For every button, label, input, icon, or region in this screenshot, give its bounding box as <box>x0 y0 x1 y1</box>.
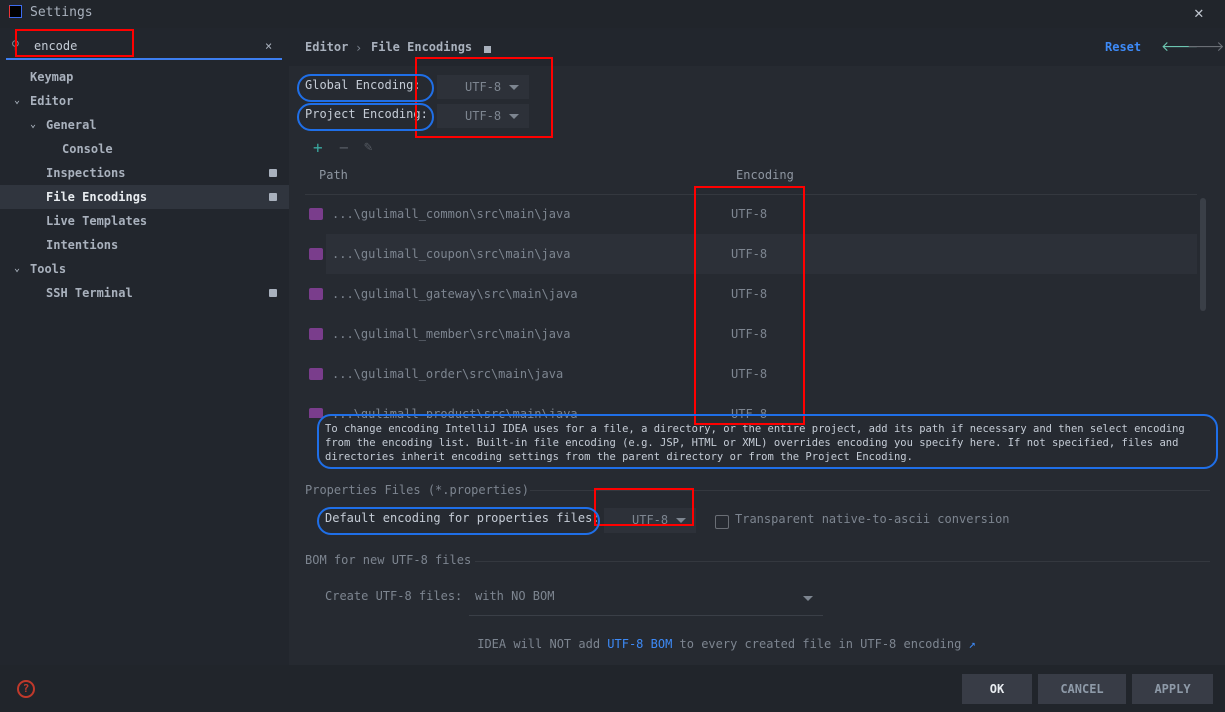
bom-dropdown[interactable]: with NO BOM <box>469 584 823 616</box>
path-cell: ...\gulimall_coupon\src\main\java <box>332 247 571 261</box>
external-link-icon[interactable]: ↗ <box>961 637 976 651</box>
cancel-button[interactable]: CANCEL <box>1038 674 1126 704</box>
annotation-red-box <box>415 57 553 138</box>
window-title: Settings <box>30 5 93 20</box>
create-utf8-label: Create UTF-8 files: <box>325 589 463 603</box>
annotation-blue-outline <box>317 414 1218 469</box>
label: Editor <box>30 94 74 108</box>
annotation-red-box <box>594 488 694 526</box>
sidebar-item-inspections[interactable]: Inspections <box>0 161 289 185</box>
breadcrumb-editor[interactable]: Editor <box>305 40 348 54</box>
bom-section-title: BOM for new UTF-8 files <box>305 553 472 567</box>
project-icon <box>484 46 491 53</box>
annotation-red-box <box>15 29 134 57</box>
apply-button[interactable]: APPLY <box>1132 674 1213 704</box>
dropdown-arrow-icon <box>803 596 813 601</box>
chevron-down-icon[interactable]: ⌄ <box>30 113 36 137</box>
sidebar-item-editor[interactable]: ⌄ Editor <box>0 89 289 113</box>
folder-icon <box>309 328 323 340</box>
folder-icon <box>309 288 323 300</box>
ok-button[interactable]: OK <box>962 674 1032 704</box>
table-scrollbar[interactable] <box>1200 198 1206 311</box>
column-header-encoding[interactable]: Encoding <box>736 168 794 182</box>
clear-search-icon[interactable]: × <box>265 39 272 53</box>
note-text: IDEA will NOT add <box>477 637 608 651</box>
add-icon[interactable]: + <box>313 138 323 157</box>
breadcrumb-file-encodings: File Encodings <box>371 40 473 54</box>
chevron-down-icon[interactable]: ⌄ <box>14 89 20 113</box>
path-cell: ...\gulimall_gateway\src\main\java <box>332 287 578 301</box>
close-icon[interactable]: ✕ <box>1194 3 1204 22</box>
label: Inspections <box>46 166 126 180</box>
label: General <box>46 118 97 132</box>
note-text: to every created file in UTF-8 encoding <box>672 637 962 651</box>
bom-note: IDEA will NOT add UTF-8 BOM to every cre… <box>470 623 976 651</box>
path-cell: ...\gulimall_common\src\main\java <box>332 207 571 221</box>
remove-icon[interactable]: − <box>339 138 349 157</box>
column-header-path[interactable]: Path <box>319 168 348 182</box>
annotation-blue-outline <box>297 74 434 102</box>
section-divider <box>475 561 1210 562</box>
native-to-ascii-checkbox[interactable] <box>715 515 729 529</box>
sidebar-item-keymap[interactable]: Keymap <box>0 65 289 89</box>
reset-link[interactable]: Reset <box>1105 40 1141 54</box>
project-icon <box>269 169 277 177</box>
app-logo-icon <box>9 5 22 18</box>
title-bar: Settings ✕ <box>0 0 1225 28</box>
annotation-red-box <box>694 186 805 425</box>
breadcrumb-separator-icon: › <box>355 41 363 55</box>
folder-icon <box>309 208 323 220</box>
annotation-blue-outline <box>317 507 600 535</box>
label: Console <box>62 142 113 156</box>
native-to-ascii-label[interactable]: Transparent native-to-ascii conversion <box>735 512 1010 526</box>
path-cell: ...\gulimall_member\src\main\java <box>332 327 571 341</box>
folder-icon <box>309 368 323 380</box>
edit-icon[interactable]: ✎ <box>364 139 372 155</box>
utf8-bom-link[interactable]: UTF-8 BOM <box>607 637 672 651</box>
label: Keymap <box>30 70 74 84</box>
path-cell: ...\gulimall_order\src\main\java <box>332 367 564 381</box>
help-icon[interactable]: ? <box>17 680 35 698</box>
properties-section-title: Properties Files (*.properties) <box>305 483 529 497</box>
sidebar-item-console[interactable]: Console <box>0 137 289 161</box>
sidebar-item-general[interactable]: ⌄ General <box>0 113 289 137</box>
folder-icon <box>309 248 323 260</box>
value: with NO BOM <box>475 589 555 603</box>
annotation-blue-outline <box>297 103 434 131</box>
forward-arrow-icon[interactable]: 🡒 <box>1187 38 1225 55</box>
